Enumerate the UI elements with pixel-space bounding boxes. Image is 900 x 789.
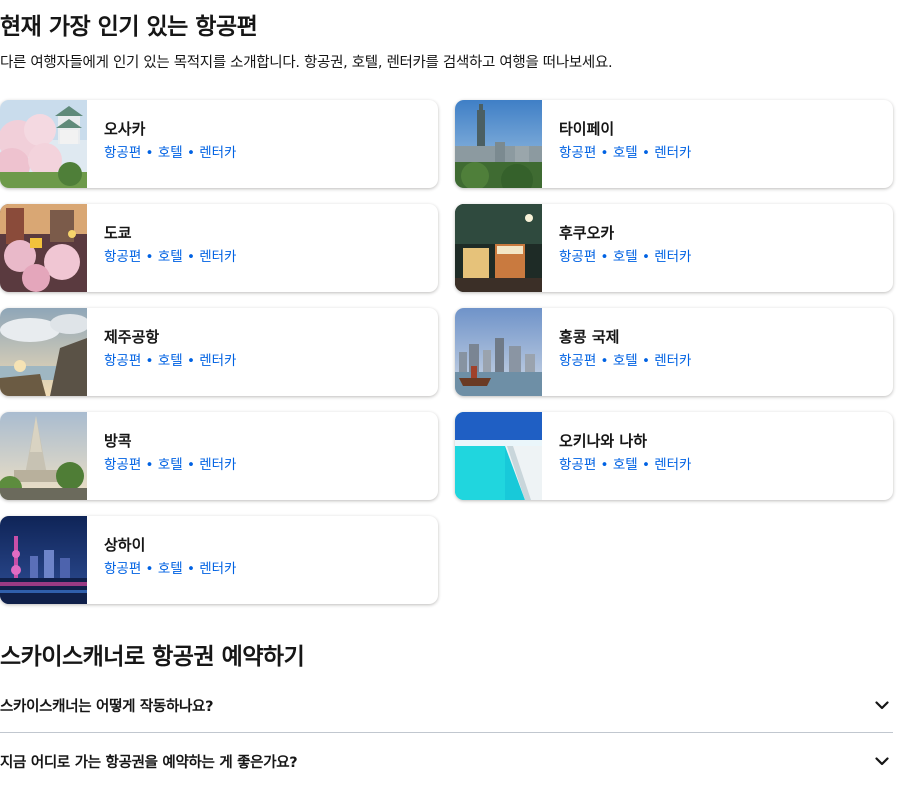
link-separator: •	[596, 457, 613, 473]
destination-links: 항공편 • 호텔 • 렌터카	[104, 560, 236, 578]
link-separator: •	[596, 249, 613, 265]
link-separator: •	[637, 145, 655, 161]
link-separator: •	[182, 145, 200, 161]
destination-links: 항공편 • 호텔 • 렌터카	[559, 352, 691, 370]
page: 현재 가장 인기 있는 항공편 다른 여행자들에게 인기 있는 목적지를 소개합…	[0, 0, 900, 789]
destination-links: 항공편 • 호텔 • 렌터카	[104, 248, 236, 266]
destination-image-hong-kong	[455, 308, 542, 396]
destination-card-taipei[interactable]: 타이페이 항공편 • 호텔 • 렌터카	[455, 100, 893, 188]
cars-link[interactable]: 렌터카	[199, 457, 236, 473]
link-separator: •	[637, 249, 655, 265]
flights-link[interactable]: 항공편	[104, 353, 141, 369]
link-separator: •	[637, 353, 655, 369]
destination-name: 오사카	[104, 120, 146, 138]
booking-section-title: 스카이스캐너로 항공권 예약하기	[0, 644, 305, 670]
destination-image-bangkok	[0, 412, 87, 500]
destination-card-okinawa-naha[interactable]: 오키나와 나하 항공편 • 호텔 • 렌터카	[455, 412, 893, 500]
destination-links: 항공편 • 호텔 • 렌터카	[104, 456, 236, 474]
destination-image-fukuoka	[455, 204, 542, 292]
destination-links: 항공편 • 호텔 • 렌터카	[104, 144, 236, 162]
flights-link[interactable]: 항공편	[559, 249, 596, 265]
popular-flights-subtitle: 다른 여행자들에게 인기 있는 목적지를 소개합니다. 항공권, 호텔, 렌터카…	[0, 55, 613, 71]
link-separator: •	[182, 353, 200, 369]
faq-item-where-to-book[interactable]: 지금 어디로 가는 항공권을 예약하는 게 좋은가요?	[0, 734, 893, 788]
destination-card-jeju[interactable]: 제주공항 항공편 • 호텔 • 렌터카	[0, 308, 438, 396]
destination-name: 후쿠오카	[559, 224, 615, 242]
destination-image-okinawa-naha	[455, 412, 542, 500]
destination-name: 방콕	[104, 432, 132, 450]
cars-link[interactable]: 렌터카	[199, 561, 236, 577]
destination-image-taipei	[455, 100, 542, 188]
hotels-link[interactable]: 호텔	[613, 457, 638, 473]
cars-link[interactable]: 렌터카	[654, 249, 691, 265]
link-separator: •	[637, 457, 655, 473]
hotels-link[interactable]: 호텔	[158, 457, 183, 473]
link-separator: •	[141, 561, 158, 577]
flights-link[interactable]: 항공편	[559, 353, 596, 369]
cars-link[interactable]: 렌터카	[199, 249, 236, 265]
hotels-link[interactable]: 호텔	[158, 249, 183, 265]
faq-item-how-it-works[interactable]: 스카이스캐너는 어떻게 작동하나요?	[0, 678, 893, 733]
link-separator: •	[182, 457, 200, 473]
destination-name: 홍콩 국제	[559, 328, 620, 346]
link-separator: •	[596, 353, 613, 369]
hotels-link[interactable]: 호텔	[158, 353, 183, 369]
destination-image-osaka	[0, 100, 87, 188]
cars-link[interactable]: 렌터카	[654, 145, 691, 161]
hotels-link[interactable]: 호텔	[158, 561, 183, 577]
faq-question: 스카이스캐너는 어떻게 작동하나요?	[0, 698, 214, 715]
destination-card-hong-kong[interactable]: 홍콩 국제 항공편 • 호텔 • 렌터카	[455, 308, 893, 396]
popular-flights-title: 현재 가장 인기 있는 항공편	[0, 14, 258, 40]
destination-image-tokyo	[0, 204, 87, 292]
destination-card-shanghai[interactable]: 상하이 항공편 • 호텔 • 렌터카	[0, 516, 438, 604]
link-separator: •	[141, 249, 158, 265]
destination-name: 타이페이	[559, 120, 615, 138]
link-separator: •	[182, 249, 200, 265]
flights-link[interactable]: 항공편	[104, 561, 141, 577]
cars-link[interactable]: 렌터카	[199, 353, 236, 369]
flights-link[interactable]: 항공편	[104, 145, 141, 161]
chevron-down-icon[interactable]	[873, 696, 891, 714]
destination-links: 항공편 • 호텔 • 렌터카	[559, 456, 691, 474]
flights-link[interactable]: 항공편	[559, 145, 596, 161]
link-separator: •	[141, 145, 158, 161]
hotels-link[interactable]: 호텔	[158, 145, 183, 161]
flights-link[interactable]: 항공편	[559, 457, 596, 473]
destination-card-osaka[interactable]: 오사카 항공편 • 호텔 • 렌터카	[0, 100, 438, 188]
faq-question: 지금 어디로 가는 항공권을 예약하는 게 좋은가요?	[0, 754, 298, 771]
destination-links: 항공편 • 호텔 • 렌터카	[559, 144, 691, 162]
destination-card-fukuoka[interactable]: 후쿠오카 항공편 • 호텔 • 렌터카	[455, 204, 893, 292]
hotels-link[interactable]: 호텔	[613, 353, 638, 369]
destination-name: 상하이	[104, 536, 146, 554]
destination-card-bangkok[interactable]: 방콕 항공편 • 호텔 • 렌터카	[0, 412, 438, 500]
destination-links: 항공편 • 호텔 • 렌터카	[104, 352, 236, 370]
flights-link[interactable]: 항공편	[104, 249, 141, 265]
hotels-link[interactable]: 호텔	[613, 145, 638, 161]
cars-link[interactable]: 렌터카	[199, 145, 236, 161]
destination-card-tokyo[interactable]: 도쿄 항공편 • 호텔 • 렌터카	[0, 204, 438, 292]
destination-name: 제주공항	[104, 328, 160, 346]
destination-image-jeju	[0, 308, 87, 396]
link-separator: •	[596, 145, 613, 161]
flights-link[interactable]: 항공편	[104, 457, 141, 473]
destination-name: 도쿄	[104, 224, 132, 242]
hotels-link[interactable]: 호텔	[613, 249, 638, 265]
link-separator: •	[141, 353, 158, 369]
link-separator: •	[141, 457, 158, 473]
cars-link[interactable]: 렌터카	[654, 457, 691, 473]
cars-link[interactable]: 렌터카	[654, 353, 691, 369]
destination-links: 항공편 • 호텔 • 렌터카	[559, 248, 691, 266]
destination-image-shanghai	[0, 516, 87, 604]
chevron-down-icon[interactable]	[873, 752, 891, 770]
destination-name: 오키나와 나하	[559, 432, 648, 450]
destination-grid: 오사카 항공편 • 호텔 • 렌터카 타이페이 항공편 • 호텔 • 렌터카 도…	[0, 100, 893, 604]
link-separator: •	[182, 561, 200, 577]
